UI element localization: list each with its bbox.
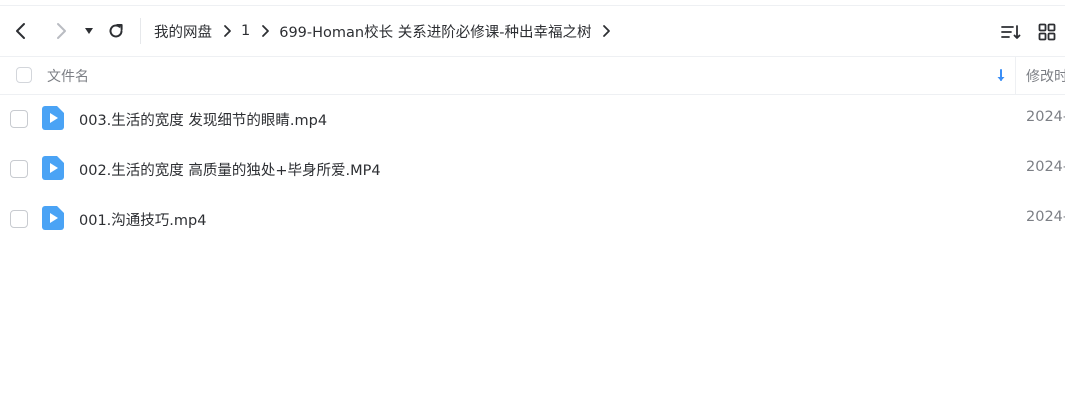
breadcrumb: 我的网盘 1 699-Homan校长 关系进阶必修课-种出幸福之树 bbox=[154, 6, 620, 56]
column-header-modified[interactable]: 修改时 bbox=[1026, 66, 1065, 86]
video-file-icon bbox=[42, 156, 64, 180]
file-modified-date: 2024- bbox=[1026, 159, 1065, 175]
breadcrumb-separator-icon bbox=[260, 24, 270, 38]
breadcrumb-item-root[interactable]: 我的网盘 bbox=[154, 21, 212, 42]
refresh-icon bbox=[109, 24, 123, 38]
file-name[interactable]: 003.生活的宽度 发现细节的眼睛.mp4 bbox=[79, 109, 327, 130]
file-row[interactable]: 001.沟通技巧.mp4 2024- bbox=[0, 194, 1065, 244]
file-modified-date: 2024- bbox=[1026, 109, 1065, 125]
chevron-right-icon bbox=[57, 23, 66, 39]
file-modified-date: 2024- bbox=[1026, 209, 1065, 225]
toolbar-divider bbox=[140, 18, 141, 44]
grid-view-icon bbox=[1038, 23, 1056, 41]
breadcrumb-expand-icon[interactable] bbox=[601, 24, 611, 38]
file-row[interactable]: 003.生活的宽度 发现细节的眼睛.mp4 2024- bbox=[0, 94, 1065, 144]
toolbar: 我的网盘 1 699-Homan校长 关系进阶必修课-种出幸福之树 bbox=[0, 6, 1065, 56]
column-header-name[interactable]: 文件名 bbox=[47, 66, 89, 86]
row-checkbox[interactable] bbox=[10, 110, 28, 128]
file-name[interactable]: 002.生活的宽度 高质量的独处+毕身所爱.MP4 bbox=[79, 159, 381, 180]
caret-down-icon bbox=[85, 28, 93, 34]
file-list-header: 文件名 修改时 bbox=[0, 56, 1065, 95]
select-all-checkbox[interactable] bbox=[16, 67, 32, 83]
refresh-button[interactable] bbox=[104, 18, 128, 44]
row-checkbox[interactable] bbox=[10, 160, 28, 178]
chevron-left-icon bbox=[16, 23, 25, 39]
file-row[interactable]: 002.生活的宽度 高质量的独处+毕身所爱.MP4 2024- bbox=[0, 144, 1065, 194]
sort-descending-icon[interactable] bbox=[993, 68, 1009, 84]
grid-view-button[interactable] bbox=[1035, 20, 1059, 44]
file-name[interactable]: 001.沟通技巧.mp4 bbox=[79, 209, 206, 230]
video-file-icon bbox=[42, 106, 64, 130]
forward-button[interactable] bbox=[48, 18, 74, 44]
sort-list-icon bbox=[1001, 25, 1021, 39]
row-checkbox[interactable] bbox=[10, 210, 28, 228]
breadcrumb-item-folder-1[interactable]: 1 bbox=[241, 23, 250, 39]
breadcrumb-item-current-folder[interactable]: 699-Homan校长 关系进阶必修课-种出幸福之树 bbox=[279, 21, 591, 42]
video-file-icon bbox=[42, 206, 64, 230]
back-button[interactable] bbox=[8, 18, 34, 44]
column-divider[interactable] bbox=[1015, 57, 1016, 94]
breadcrumb-separator-icon bbox=[222, 24, 232, 38]
sort-order-button[interactable] bbox=[999, 20, 1023, 44]
history-dropdown-button[interactable] bbox=[80, 20, 98, 42]
